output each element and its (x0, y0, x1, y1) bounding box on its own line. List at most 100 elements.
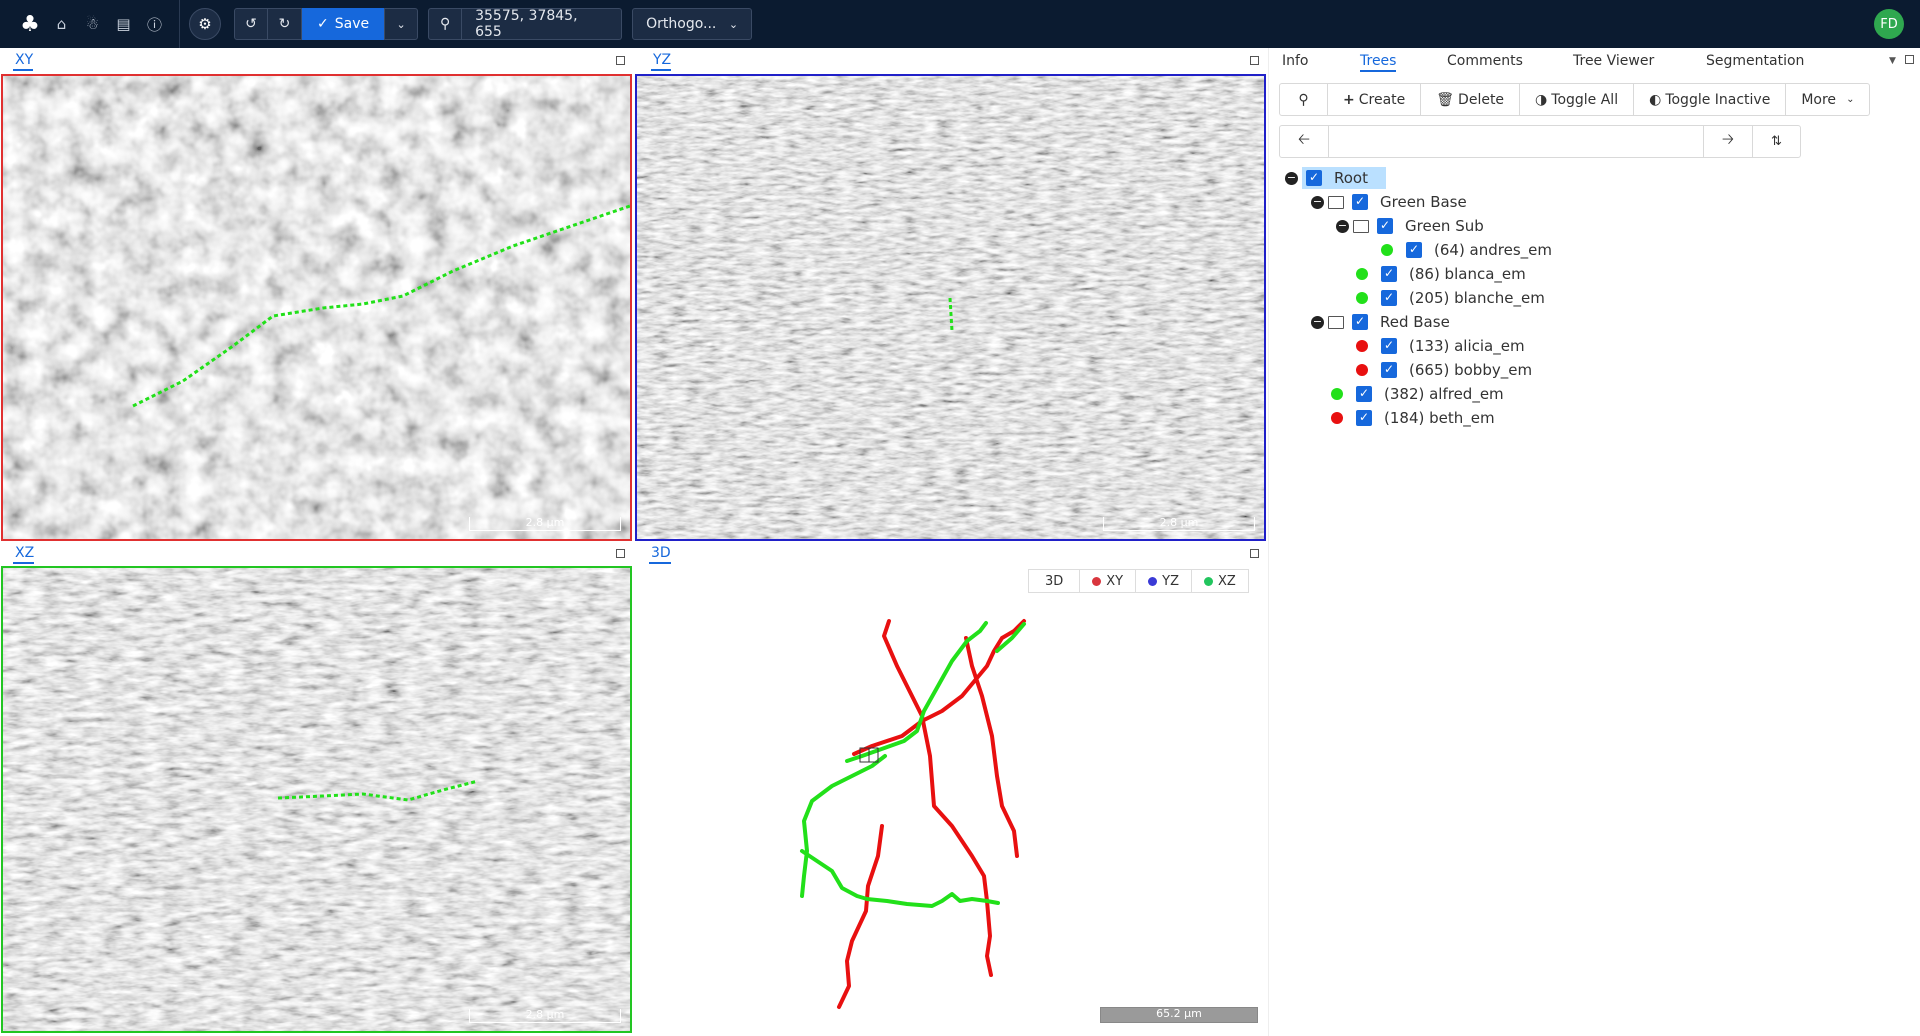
home-icon[interactable]: ⌂ (46, 0, 77, 48)
legend-xy-button[interactable]: XY (1080, 570, 1137, 592)
folder-icon (1328, 315, 1344, 329)
help-icon[interactable]: ⓘ (139, 0, 170, 48)
checkbox[interactable]: ✓ (1306, 170, 1322, 186)
tab-xz[interactable]: XZ (13, 545, 35, 564)
view-mode-select[interactable]: Orthogo... ⌄ (632, 8, 753, 40)
tree-item[interactable]: ✓ (86) blanca_em (1356, 263, 1526, 285)
tree-label: (205) blanche_em (1409, 289, 1545, 307)
position-value: 35575, 37845, 655 (475, 8, 578, 40)
tab-yz[interactable]: YZ (651, 52, 672, 71)
3d-viewport[interactable]: 65.2 µm (642, 566, 1267, 1033)
collapse-icon[interactable]: − (1311, 195, 1324, 209)
logo-icon[interactable]: ♣ (14, 0, 46, 48)
prev-tree-button[interactable]: 🡠 (1280, 126, 1328, 157)
checkbox[interactable]: ✓ (1356, 410, 1372, 426)
checkbox[interactable]: ✓ (1352, 314, 1368, 330)
collapse-icon[interactable]: − (1336, 219, 1349, 233)
sort-button[interactable]: ⇅ (1752, 126, 1800, 157)
scale-bar: 65.2 µm (1100, 1007, 1258, 1023)
checkbox[interactable]: ✓ (1356, 386, 1372, 402)
position-input[interactable]: 35575, 37845, 655 (462, 8, 623, 40)
tree-item[interactable]: ✓ (133) alicia_em (1356, 335, 1525, 357)
checkbox[interactable]: ✓ (1406, 242, 1422, 258)
save-dropdown-button[interactable]: ⌄ (384, 8, 419, 40)
toggle-all-button[interactable]: ◑ Toggle All (1520, 84, 1635, 115)
legend-xz-button[interactable]: XZ (1192, 570, 1248, 592)
maximize-icon[interactable] (616, 56, 625, 65)
blue-dot-icon (1148, 576, 1158, 586)
root-highlight: ✓ Root (1302, 167, 1386, 189)
next-tree-button[interactable]: 🡢 (1704, 126, 1752, 157)
toggle-inactive-label: Toggle Inactive (1665, 91, 1771, 108)
toggle-inactive-button[interactable]: ◐ Toggle Inactive (1634, 84, 1787, 115)
xy-em-image (3, 76, 630, 539)
maximize-icon[interactable] (1250, 56, 1259, 65)
toggle-icon: ◐ (1649, 91, 1662, 108)
tree-group-green-sub[interactable]: − ✓ Green Sub (1336, 215, 1484, 237)
settings-gear-icon[interactable]: ⚙ (189, 8, 221, 40)
tab-3d[interactable]: 3D (649, 545, 671, 564)
folder-icon (1353, 219, 1369, 233)
legend-3d-button[interactable]: 3D (1029, 570, 1081, 592)
checkbox[interactable]: ✓ (1381, 290, 1397, 306)
statistics-icon[interactable]: ▤ (108, 0, 139, 48)
scale-label: 2.8 µm (525, 516, 565, 529)
tree-label: (382) alfred_em (1384, 385, 1504, 403)
checkbox[interactable]: ✓ (1381, 266, 1397, 282)
collapse-icon[interactable]: − (1285, 171, 1298, 185)
group-label: Root (1334, 169, 1368, 187)
tree-group-green-base[interactable]: − ✓ Green Base (1311, 191, 1467, 213)
maximize-icon[interactable] (616, 549, 625, 558)
checkbox[interactable]: ✓ (1381, 338, 1397, 354)
tab-trees[interactable]: Trees (1360, 52, 1397, 72)
tree-color-dot (1356, 292, 1368, 304)
maximize-icon[interactable] (1905, 55, 1914, 64)
checkbox[interactable]: ✓ (1381, 362, 1397, 378)
tab-comments[interactable]: Comments (1447, 52, 1523, 70)
pin-position-button[interactable]: ⚲ (428, 8, 463, 40)
delete-label: Delete (1458, 91, 1505, 108)
legend-yz-button[interactable]: YZ (1136, 570, 1192, 592)
tree-label: (133) alicia_em (1409, 337, 1525, 355)
checkbox[interactable]: ✓ (1377, 218, 1393, 234)
sort-icon: ⇅ (1771, 134, 1782, 149)
tree-item[interactable]: ✓ (382) alfred_em (1331, 383, 1504, 405)
search-button[interactable]: ⚲ (1280, 84, 1328, 115)
tab-overflow-icon[interactable]: ▼ (1889, 56, 1896, 66)
yz-viewport[interactable]: 2.8 µm (635, 74, 1266, 541)
tree-search-input[interactable] (1328, 126, 1704, 157)
tab-info[interactable]: Info (1282, 52, 1309, 70)
more-button[interactable]: More ⌄ (1786, 84, 1869, 115)
tree-item[interactable]: ✓ (665) bobby_em (1356, 359, 1532, 381)
red-tree-path (837, 824, 884, 1009)
collapse-icon[interactable]: − (1311, 315, 1324, 329)
3d-plane-legend: 3D XY YZ XZ (1028, 569, 1249, 593)
users-icon[interactable]: ☃ (77, 0, 108, 48)
tree-color-dot (1381, 244, 1393, 256)
scale-bar: 2.8 µm (469, 517, 621, 531)
tree-item[interactable]: ✓ (205) blanche_em (1356, 287, 1545, 309)
top-navbar: ♣ ⌂ ☃ ▤ ⓘ ⚙ ↺ ↻ ✓ Save ⌄ ⚲ 35575, 37845,… (0, 0, 1920, 48)
redo-button[interactable]: ↻ (268, 8, 302, 40)
tab-tree-viewer[interactable]: Tree Viewer (1573, 52, 1654, 70)
tree-item[interactable]: ✓ (184) beth_em (1331, 407, 1495, 429)
undo-button[interactable]: ↺ (234, 8, 268, 40)
red-dot-icon (1092, 576, 1102, 586)
xy-viewport[interactable]: 2.8 µm (1, 74, 632, 541)
group-label: Green Sub (1405, 217, 1484, 235)
avatar-initials: FD (1880, 16, 1898, 32)
tab-segmentation[interactable]: Segmentation (1706, 52, 1804, 70)
xz-viewport[interactable]: 2.8 µm (1, 566, 632, 1033)
checkbox[interactable]: ✓ (1352, 194, 1368, 210)
plus-icon: + (1343, 91, 1355, 108)
tree-group-root[interactable]: − ✓ Root (1285, 167, 1386, 189)
chevron-down-icon: ⌄ (1846, 94, 1855, 105)
tree-item[interactable]: ✓ (64) andres_em (1381, 239, 1552, 261)
user-avatar[interactable]: FD (1874, 9, 1904, 39)
tab-xy[interactable]: XY (13, 52, 34, 71)
create-button[interactable]: + Create (1328, 84, 1422, 115)
tree-group-red-base[interactable]: − ✓ Red Base (1311, 311, 1450, 333)
maximize-icon[interactable] (1250, 549, 1259, 558)
delete-button[interactable]: 🗑 Delete (1421, 84, 1521, 115)
save-button[interactable]: ✓ Save (302, 8, 385, 40)
